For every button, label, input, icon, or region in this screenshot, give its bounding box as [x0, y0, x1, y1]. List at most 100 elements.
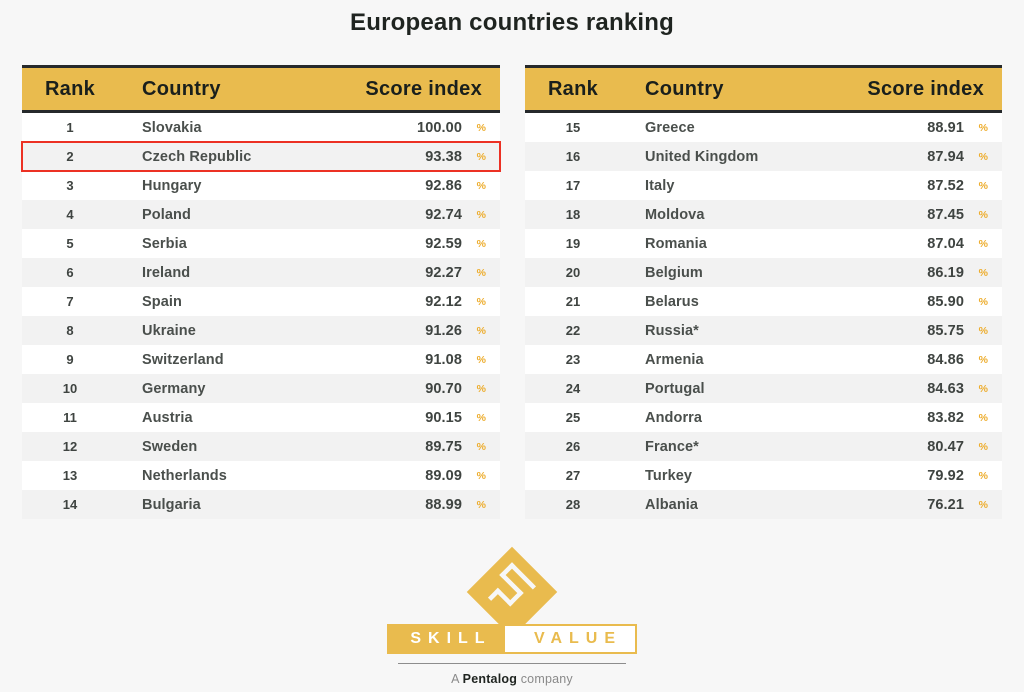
table-row[interactable]: 13 Netherlands 89.09% [22, 461, 500, 490]
cell-score: 80.47% [927, 438, 988, 455]
cell-country: Czech Republic [142, 148, 252, 165]
cell-rank: 5 [66, 236, 74, 251]
cell-score: 91.08% [425, 351, 486, 368]
table-row[interactable]: 25 Andorra 83.82% [525, 403, 1002, 432]
table-row[interactable]: 24 Portugal 84.63% [525, 374, 1002, 403]
cell-rank: 21 [565, 294, 581, 309]
cell-score: 88.99% [425, 496, 486, 513]
cell-country: France* [645, 438, 699, 455]
table-row[interactable]: 16 United Kingdom 87.94% [525, 142, 1002, 171]
cell-rank: 28 [565, 497, 581, 512]
cell-rank: 23 [565, 352, 581, 367]
cell-score: 85.75% [927, 322, 988, 339]
cell-rank: 22 [565, 323, 581, 338]
cell-score: 90.70% [425, 380, 486, 397]
cell-rank: 17 [565, 178, 581, 193]
percent-icon: % [978, 469, 988, 482]
percent-icon: % [978, 237, 988, 250]
table-row[interactable]: 6 Ireland 92.27% [22, 258, 500, 287]
cell-country: Bulgaria [142, 496, 201, 513]
cell-rank: 14 [62, 497, 78, 512]
table-row[interactable]: 10 Germany 90.70% [22, 374, 500, 403]
table-row[interactable]: 28 Albania 76.21% [525, 490, 1002, 519]
table-row[interactable]: 18 Moldova 87.45% [525, 200, 1002, 229]
table-row[interactable]: 2 Czech Republic 93.38% [21, 141, 501, 172]
table-row[interactable]: 26 France* 80.47% [525, 432, 1002, 461]
cell-country: Russia* [645, 322, 699, 339]
skillvalue-wordmark: SKILL VALUE [386, 624, 638, 654]
percent-icon: % [978, 353, 988, 366]
percent-icon: % [476, 353, 486, 366]
cell-rank: 2 [66, 149, 74, 164]
cell-country: Austria [142, 409, 193, 426]
cell-country: Netherlands [142, 467, 227, 484]
cell-country: Andorra [645, 409, 703, 426]
cell-score: 91.26% [425, 322, 486, 339]
table-row[interactable]: 1 Slovakia 100.00% [22, 113, 500, 142]
ranking-table-right: Rank Country Score index 15 Greece 88.91% 1… [525, 65, 1002, 519]
cell-rank: 15 [565, 120, 581, 135]
cell-score: 87.94% [927, 148, 988, 165]
cell-score: 84.86% [927, 351, 988, 368]
table-row[interactable]: 8 Ukraine 91.26% [22, 316, 500, 345]
tagline-suffix: company [517, 672, 573, 686]
table-row[interactable]: 19 Romania 87.04% [525, 229, 1002, 258]
cell-rank: 25 [565, 410, 581, 425]
percent-icon: % [476, 498, 486, 511]
cell-score: 92.59% [425, 235, 486, 252]
cell-country: Sweden [142, 438, 198, 455]
cell-score: 100.00% [417, 119, 486, 136]
cell-country: Armenia [645, 351, 704, 368]
cell-score: 92.74% [425, 206, 486, 223]
cell-country: Poland [142, 206, 191, 223]
cell-rank: 16 [565, 149, 581, 164]
cell-rank: 19 [565, 236, 581, 251]
table-row[interactable]: 12 Sweden 89.75% [22, 432, 500, 461]
table-row[interactable]: 9 Switzerland 91.08% [22, 345, 500, 374]
cell-rank: 9 [66, 352, 74, 367]
table-row[interactable]: 15 Greece 88.91% [525, 113, 1002, 142]
table-row[interactable]: 7 Spain 92.12% [22, 287, 500, 316]
table-row[interactable]: 11 Austria 90.15% [22, 403, 500, 432]
percent-icon: % [978, 208, 988, 221]
cell-country: Portugal [645, 380, 705, 397]
cell-score: 93.38% [425, 148, 486, 165]
percent-icon: % [476, 179, 486, 192]
cell-score: 83.82% [927, 409, 988, 426]
cell-rank: 10 [62, 381, 78, 396]
table-row[interactable]: 21 Belarus 85.90% [525, 287, 1002, 316]
table-header-row-right: Rank Country Score index [525, 65, 1002, 113]
cell-rank: 11 [63, 410, 77, 425]
table-row[interactable]: 3 Hungary 92.86% [22, 171, 500, 200]
cell-rank: 8 [66, 323, 74, 338]
table-row[interactable]: 14 Bulgaria 88.99% [22, 490, 500, 519]
percent-icon: % [978, 440, 988, 453]
table-row[interactable]: 4 Poland 92.74% [22, 200, 500, 229]
percent-icon: % [476, 469, 486, 482]
cell-rank: 24 [565, 381, 581, 396]
cell-score: 84.63% [927, 380, 988, 397]
cell-country: Moldova [645, 206, 705, 223]
cell-score: 79.92% [927, 467, 988, 484]
cell-rank: 1 [66, 120, 74, 135]
table-row[interactable]: 5 Serbia 92.59% [22, 229, 500, 258]
table-row[interactable]: 27 Turkey 79.92% [525, 461, 1002, 490]
cell-country: Ukraine [142, 322, 196, 339]
table-row[interactable]: 22 Russia* 85.75% [525, 316, 1002, 345]
percent-icon: % [978, 498, 988, 511]
cell-score: 92.12% [425, 293, 486, 310]
table-row[interactable]: 17 Italy 87.52% [525, 171, 1002, 200]
percent-icon: % [978, 324, 988, 337]
cell-country: Serbia [142, 235, 187, 252]
cell-country: Spain [142, 293, 182, 310]
table-row[interactable]: 20 Belgium 86.19% [525, 258, 1002, 287]
cell-country: Hungary [142, 177, 202, 194]
brand-logo-block: SKILL VALUE A Pentalog company [0, 546, 1024, 686]
table-body-right: 15 Greece 88.91% 16 United Kingdom 87.94% 17 It… [525, 113, 1002, 519]
table-row[interactable]: 23 Armenia 84.86% [525, 345, 1002, 374]
cell-score: 90.15% [425, 409, 486, 426]
cell-score: 87.04% [927, 235, 988, 252]
percent-icon: % [978, 295, 988, 308]
cell-rank: 7 [66, 294, 74, 309]
cell-score: 87.45% [927, 206, 988, 223]
